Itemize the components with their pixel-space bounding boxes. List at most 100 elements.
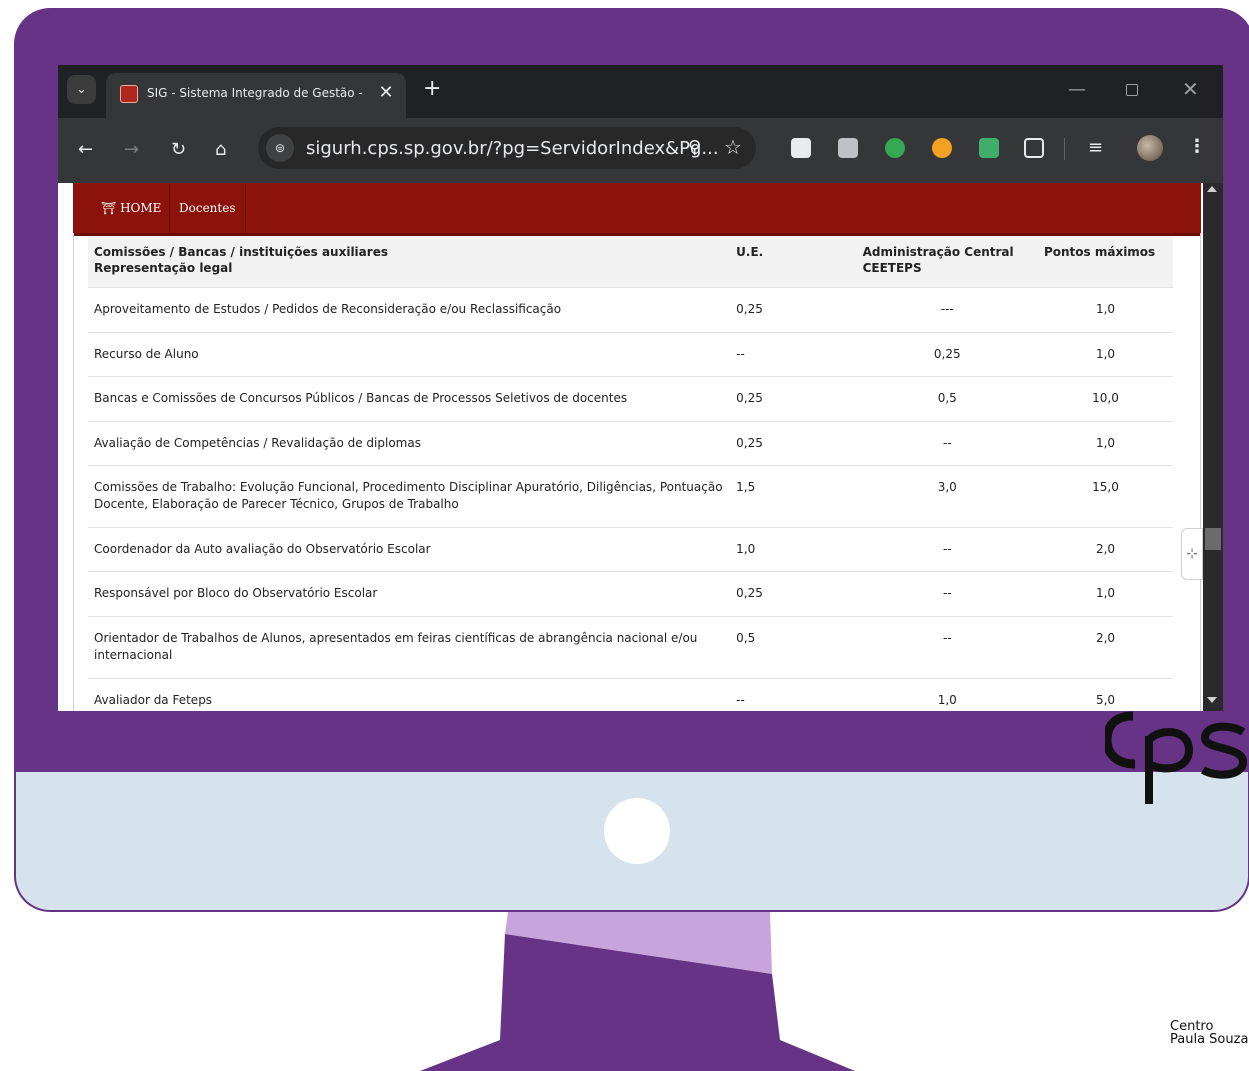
page-border	[73, 233, 74, 711]
cell-activity: Orientador de Trabalhos de Alunos, apres…	[88, 615, 731, 678]
extension-plus-icon[interactable]	[885, 138, 905, 158]
cell-ue: 1,5	[730, 464, 857, 527]
header-admin: Administração Central CEETEPS	[856, 236, 1038, 287]
cell-admin: 3,0	[856, 464, 1038, 527]
cell-ue: 0,25	[730, 286, 857, 332]
window-minimize-icon[interactable]: —	[1068, 79, 1086, 100]
browser-window: ⌄ SIG - Sistema Integrado de Gestão - UR…	[58, 65, 1223, 711]
window-close-icon[interactable]: ✕	[1182, 77, 1199, 101]
points-table: Comissões / Bancas / instituições auxili…	[88, 236, 1173, 711]
logo-line2: Paula Souza	[1170, 1032, 1249, 1047]
cell-max: 2,0	[1037, 615, 1173, 678]
cell-activity: Avaliador da Feteps	[88, 677, 731, 711]
url-text[interactable]: sigurh.cps.sp.gov.br/?pg=ServidorIndex&P…	[306, 138, 719, 159]
cell-ue: 0,25	[730, 420, 857, 465]
table-row: Bancas e Comissões de Concursos Públicos…	[88, 375, 1173, 421]
cell-activity: Coordenador da Auto avaliação do Observa…	[88, 526, 731, 571]
toolbar-divider	[1064, 138, 1065, 160]
cell-ue: 0,25	[730, 570, 857, 616]
cell-activity: Comissões de Trabalho: Evolução Funciona…	[88, 464, 731, 527]
forward-arrow-icon[interactable]: →	[124, 140, 139, 160]
cps-logo	[1105, 711, 1248, 804]
site-navbar: ⛩ HOME Docentes	[73, 183, 1201, 236]
cell-admin: 0,25	[856, 331, 1038, 376]
tab-search-chevron-down-icon[interactable]: ⌄	[67, 75, 96, 104]
table-row: Recurso de Aluno -- 0,25 1,0	[88, 331, 1173, 376]
extension-reader-icon[interactable]	[838, 138, 858, 158]
header-activity: Comissões / Bancas / instituições auxili…	[88, 236, 731, 287]
cell-max: 10,0	[1037, 375, 1173, 421]
window-restore-icon[interactable]	[1126, 84, 1138, 96]
extensions-puzzle-icon[interactable]	[1024, 138, 1044, 158]
extension-shield-icon[interactable]	[791, 138, 811, 158]
nav-divider	[245, 183, 246, 233]
media-queue-icon[interactable]: ≡	[1088, 138, 1103, 158]
scroll-up-arrow-icon[interactable]	[1207, 186, 1217, 192]
cps-logo-text: Centro Paula Souza	[1170, 1020, 1248, 1046]
cell-max: 2,0	[1037, 526, 1173, 571]
new-tab-plus-icon[interactable]: +	[423, 76, 441, 102]
header-activity-line2: Representação legal	[94, 261, 233, 275]
table-row: Responsável por Bloco do Observatório Es…	[88, 570, 1173, 616]
nav-divider	[169, 183, 170, 233]
cell-max: 15,0	[1037, 464, 1173, 527]
cell-max: 1,0	[1037, 331, 1173, 376]
home-icon[interactable]: ⌂	[215, 140, 226, 160]
table-row: Coordenador da Auto avaliação do Observa…	[88, 526, 1173, 571]
cell-activity: Recurso de Aluno	[88, 331, 731, 376]
extension-gpt-icon[interactable]	[979, 138, 999, 158]
cell-admin: --	[856, 420, 1038, 465]
header-max-points: Pontos máximos	[1037, 236, 1173, 287]
cell-max: 1,0	[1037, 420, 1173, 465]
vertical-scrollbar[interactable]	[1203, 183, 1223, 711]
table-row: Aproveitamento de Estudos / Pedidos de R…	[88, 286, 1173, 332]
table-row: Comissões de Trabalho: Evolução Funciona…	[88, 464, 1173, 527]
header-ue: U.E.	[730, 236, 857, 287]
cell-admin: ---	[856, 286, 1038, 332]
cell-ue: 1,0	[730, 526, 857, 571]
table-row: Avaliação de Competências / Revalidação …	[88, 420, 1173, 465]
cell-admin: 0,5	[856, 375, 1038, 421]
profile-avatar[interactable]	[1137, 135, 1163, 161]
bookmark-star-icon[interactable]: ☆	[724, 135, 742, 159]
page-viewport: ⛩ HOME Docentes Comissões / Bancas / ins…	[58, 183, 1203, 711]
header-activity-line1: Comissões / Bancas / instituições auxili…	[94, 245, 388, 259]
table-header-row: Comissões / Bancas / instituições auxili…	[88, 236, 1173, 287]
cell-ue: 0,25	[730, 375, 857, 421]
zoom-icon[interactable]: ⚲	[688, 137, 701, 158]
cell-activity: Responsável por Bloco do Observatório Es…	[88, 570, 731, 616]
more-menu-icon[interactable]: ⋮	[1188, 136, 1206, 157]
side-panel-handle-icon[interactable]: ⊹	[1181, 528, 1203, 580]
cell-admin: --	[856, 570, 1038, 616]
browser-toolbar: ← → ↻ ⌂ ⊜ sigurh.cps.sp.gov.br/?pg=Servi…	[58, 118, 1223, 183]
tab-strip: ⌄ SIG - Sistema Integrado de Gestão - UR…	[58, 65, 1223, 118]
page-border	[1200, 233, 1201, 711]
site-favicon-icon	[120, 85, 138, 103]
cell-ue: 0,5	[730, 615, 857, 678]
tab-close-icon[interactable]: ✕	[376, 83, 396, 103]
site-info-tune-icon[interactable]: ⊜	[266, 134, 294, 162]
cell-admin: --	[856, 615, 1038, 678]
nav-home-link[interactable]: ⛩ HOME	[101, 201, 161, 215]
reload-icon[interactable]: ↻	[171, 140, 186, 160]
table-row: Orientador de Trabalhos de Alunos, apres…	[88, 615, 1173, 678]
cell-ue: --	[730, 677, 857, 711]
tab-title: SIG - Sistema Integrado de Gestão - URH/	[147, 86, 367, 100]
scroll-down-arrow-icon[interactable]	[1207, 697, 1217, 703]
header-admin-line1: Administração Central	[862, 245, 1014, 259]
header-admin-line2: CEETEPS	[862, 261, 922, 275]
cell-ue: --	[730, 331, 857, 376]
cell-activity: Bancas e Comissões de Concursos Públicos…	[88, 375, 731, 421]
back-arrow-icon[interactable]: ←	[78, 140, 93, 160]
address-bar[interactable]: ⊜ sigurh.cps.sp.gov.br/?pg=ServidorIndex…	[258, 127, 756, 169]
cell-activity: Aproveitamento de Estudos / Pedidos de R…	[88, 286, 731, 332]
bank-icon: ⛩	[101, 201, 121, 215]
cell-max: 1,0	[1037, 570, 1173, 616]
table-row: Avaliador da Feteps -- 1,0 5,0	[88, 677, 1173, 711]
browser-tab[interactable]: SIG - Sistema Integrado de Gestão - URH/…	[106, 73, 406, 118]
nav-docentes-link[interactable]: Docentes	[179, 201, 235, 215]
nav-home-label: HOME	[120, 201, 162, 215]
cell-admin: --	[856, 526, 1038, 571]
extension-color-icon[interactable]	[932, 138, 952, 158]
scrollbar-thumb[interactable]	[1205, 528, 1221, 550]
